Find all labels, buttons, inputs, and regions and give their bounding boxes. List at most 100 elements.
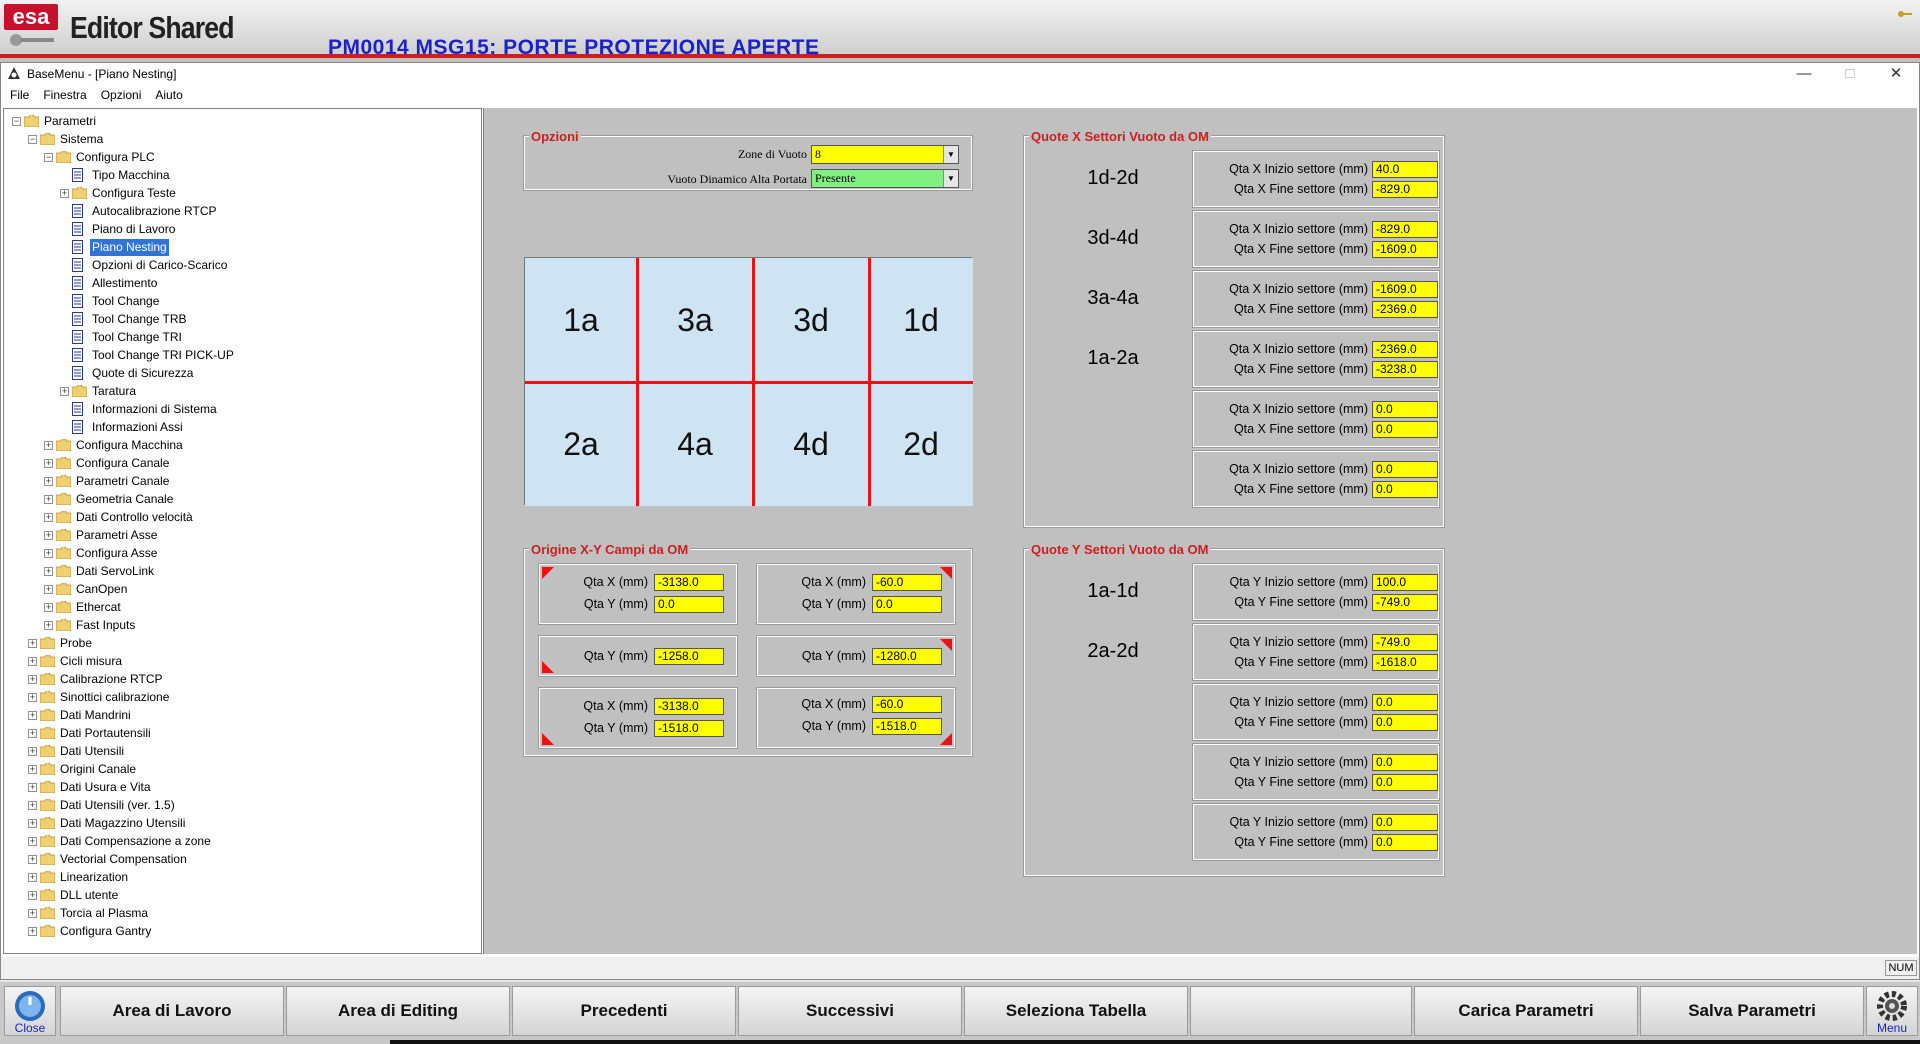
expand-icon[interactable]: +	[28, 675, 37, 684]
expand-icon[interactable]: +	[28, 873, 37, 882]
zone-cell[interactable]: 2d	[869, 382, 973, 506]
tree-item[interactable]: Informazioni Assi	[4, 419, 474, 436]
expand-icon[interactable]: +	[44, 513, 53, 522]
tree-item[interactable]: + Configura Teste	[4, 185, 474, 202]
expand-icon[interactable]: +	[44, 459, 53, 468]
zone-cell[interactable]: 2a	[525, 382, 637, 506]
tree-item[interactable]: + Calibrazione RTCP	[4, 671, 474, 688]
tree-item[interactable]: + Dati Usura e Vita	[4, 779, 474, 796]
sector-start-field[interactable]: 100.0	[1372, 574, 1438, 591]
expand-icon[interactable]: +	[28, 639, 37, 648]
empty-function-button[interactable]	[1190, 986, 1412, 1036]
sector-start-field[interactable]: -829.0	[1372, 221, 1438, 238]
tree-item[interactable]: Tool Change TRI	[4, 329, 474, 346]
tree-item[interactable]: Tool Change	[4, 293, 474, 310]
sector-end-field[interactable]: 0.0	[1372, 834, 1438, 851]
collapse-icon[interactable]: −	[12, 117, 21, 126]
tree-item[interactable]: − Configura PLC	[4, 149, 474, 166]
tree-item[interactable]: + Dati Utensili	[4, 743, 474, 760]
tree-item[interactable]: Informazioni di Sistema	[4, 401, 474, 418]
menu-button[interactable]: Menu	[1866, 986, 1918, 1036]
origin-value-field[interactable]: -3138.0	[654, 574, 724, 591]
expand-icon[interactable]: +	[44, 441, 53, 450]
tree-item[interactable]: + Dati Mandrini	[4, 707, 474, 724]
menu-file[interactable]: File	[1, 85, 34, 102]
expand-icon[interactable]: +	[44, 495, 53, 504]
tree-item[interactable]: Autocalibrazione RTCP	[4, 203, 474, 220]
tree-item[interactable]: + Cicli misura	[4, 653, 474, 670]
seleziona-tabella-button[interactable]: Seleziona Tabella	[964, 986, 1188, 1036]
tree-item[interactable]: − Sistema	[4, 131, 474, 148]
expand-icon[interactable]: +	[28, 927, 37, 936]
sector-end-field[interactable]: 0.0	[1372, 421, 1438, 438]
minimize-button[interactable]: —	[1781, 63, 1827, 85]
tree-item[interactable]: + Dati Portautensili	[4, 725, 474, 742]
tree-item[interactable]: + Sinottici calibrazione	[4, 689, 474, 706]
origin-value-field[interactable]: -3138.0	[654, 698, 724, 715]
vuoto-dinamico-select[interactable]: Presente ▼	[811, 169, 959, 188]
area-lavoro-button[interactable]: Area di Lavoro	[60, 986, 284, 1036]
tree-item[interactable]: + Dati ServoLink	[4, 563, 474, 580]
tree-item[interactable]: Tool Change TRB	[4, 311, 474, 328]
expand-icon[interactable]: +	[28, 783, 37, 792]
tree-item[interactable]: + Origini Canale	[4, 761, 474, 778]
menu-finestra[interactable]: Finestra	[34, 85, 91, 102]
tree-item[interactable]: Tool Change TRI PICK-UP	[4, 347, 474, 364]
tree-item[interactable]: + Parametri Asse	[4, 527, 474, 544]
expand-icon[interactable]: +	[44, 549, 53, 558]
tree-item[interactable]: + Taratura	[4, 383, 474, 400]
tree-item[interactable]: + Geometria Canale	[4, 491, 474, 508]
tree-item[interactable]: − Parametri	[4, 113, 474, 130]
tree-item[interactable]: + Configura Canale	[4, 455, 474, 472]
sector-end-field[interactable]: -1618.0	[1372, 654, 1438, 671]
tree-item[interactable]: Piano Nesting	[4, 239, 474, 256]
tree-item[interactable]: + Vectorial Compensation	[4, 851, 474, 868]
sector-end-field[interactable]: 0.0	[1372, 714, 1438, 731]
tree-item[interactable]: + Dati Compensazione a zone	[4, 833, 474, 850]
tree-item[interactable]: + CanOpen	[4, 581, 474, 598]
expand-icon[interactable]: +	[44, 621, 53, 630]
tree-item[interactable]: Quote di Sicurezza	[4, 365, 474, 382]
close-button[interactable]: Close	[4, 986, 56, 1036]
origin-value-field[interactable]: -60.0	[872, 696, 942, 713]
expand-icon[interactable]: +	[28, 855, 37, 864]
origin-value-field[interactable]: -1518.0	[654, 720, 724, 737]
zone-cell[interactable]: 4a	[637, 382, 753, 506]
tree-item[interactable]: + Ethercat	[4, 599, 474, 616]
expand-icon[interactable]: +	[44, 477, 53, 486]
zone-cell[interactable]: 3a	[637, 258, 753, 382]
collapse-icon[interactable]: −	[44, 153, 53, 162]
precedenti-button[interactable]: Precedenti	[512, 986, 736, 1036]
origin-value-field[interactable]: -1258.0	[654, 648, 724, 665]
tree-item[interactable]: + Dati Controllo velocità	[4, 509, 474, 526]
expand-icon[interactable]: +	[60, 387, 69, 396]
salva-parametri-button[interactable]: Salva Parametri	[1640, 986, 1864, 1036]
sector-start-field[interactable]: 0.0	[1372, 401, 1438, 418]
tree-item[interactable]: + Parametri Canale	[4, 473, 474, 490]
tree-item[interactable]: Piano di Lavoro	[4, 221, 474, 238]
zone-cell[interactable]: 3d	[753, 258, 869, 382]
sector-end-field[interactable]: 0.0	[1372, 774, 1438, 791]
origin-value-field[interactable]: -60.0	[872, 574, 942, 591]
tree-item[interactable]: + Torcia al Plasma	[4, 905, 474, 922]
expand-icon[interactable]: +	[28, 837, 37, 846]
zone-cell[interactable]: 1a	[525, 258, 637, 382]
sector-start-field[interactable]: 40.0	[1372, 161, 1438, 178]
expand-icon[interactable]: +	[28, 801, 37, 810]
sector-end-field[interactable]: -749.0	[1372, 594, 1438, 611]
sector-start-field[interactable]: 0.0	[1372, 461, 1438, 478]
sector-end-field[interactable]: -3238.0	[1372, 361, 1438, 378]
sector-start-field[interactable]: -749.0	[1372, 634, 1438, 651]
tree-item[interactable]: + Configura Gantry	[4, 923, 474, 940]
maximize-button[interactable]: □	[1827, 63, 1873, 85]
expand-icon[interactable]: +	[44, 585, 53, 594]
expand-icon[interactable]: +	[44, 531, 53, 540]
collapse-icon[interactable]: −	[28, 135, 37, 144]
sector-start-field[interactable]: -2369.0	[1372, 341, 1438, 358]
menu-opzioni[interactable]: Opzioni	[92, 85, 147, 102]
tree-item[interactable]: + Fast Inputs	[4, 617, 474, 634]
tree-item[interactable]: Tipo Macchina	[4, 167, 474, 184]
expand-icon[interactable]: +	[44, 567, 53, 576]
tree-item[interactable]: + DLL utente	[4, 887, 474, 904]
tree-item[interactable]: + Configura Macchina	[4, 437, 474, 454]
